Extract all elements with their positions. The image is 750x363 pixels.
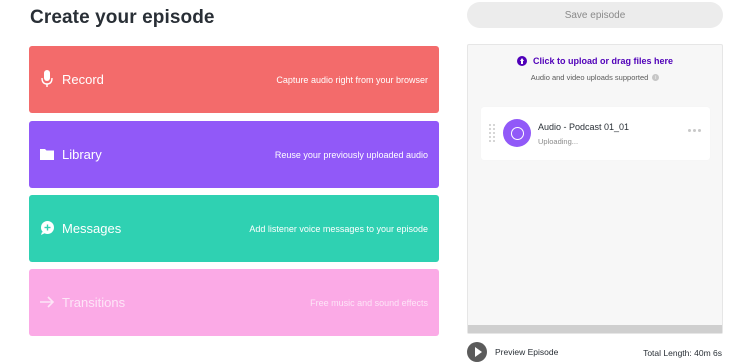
messages-description: Add listener voice messages to your epis… bbox=[249, 224, 428, 234]
message-plus-icon bbox=[39, 219, 55, 237]
total-length: Total Length: 40m 6s bbox=[643, 348, 722, 358]
library-card[interactable]: Library Reuse your previously uploaded a… bbox=[29, 121, 439, 188]
transitions-label: Transitions bbox=[62, 295, 126, 310]
arrow-right-icon bbox=[39, 293, 55, 311]
upload-dropzone[interactable]: Click to upload or drag files here bbox=[468, 56, 722, 66]
panel-scrollbar[interactable] bbox=[468, 325, 722, 333]
loading-spinner-icon bbox=[510, 126, 524, 140]
transitions-description: Free music and sound effects bbox=[310, 298, 428, 308]
record-description: Capture audio right from your browser bbox=[276, 75, 428, 85]
preview-label: Preview Episode bbox=[495, 347, 559, 357]
microphone-icon bbox=[39, 70, 55, 88]
episode-panel: Click to upload or drag files here Audio… bbox=[467, 44, 723, 334]
segment-avatar bbox=[503, 119, 531, 147]
save-episode-button[interactable]: Save episode bbox=[467, 2, 723, 28]
play-icon[interactable] bbox=[467, 342, 487, 362]
messages-label: Messages bbox=[62, 221, 122, 236]
folder-icon bbox=[39, 145, 55, 163]
transitions-card[interactable]: Transitions Free music and sound effects bbox=[29, 269, 439, 336]
preview-episode-button[interactable]: Preview Episode bbox=[467, 342, 558, 362]
library-description: Reuse your previously uploaded audio bbox=[274, 150, 428, 160]
library-label: Library bbox=[62, 147, 102, 162]
upload-icon bbox=[516, 56, 527, 66]
info-icon[interactable]: i bbox=[652, 74, 660, 81]
record-card[interactable]: Record Capture audio right from your bro… bbox=[29, 46, 439, 113]
upload-cta[interactable]: Click to upload or drag files here bbox=[533, 56, 673, 66]
drag-handle-icon[interactable] bbox=[489, 124, 495, 142]
messages-card[interactable]: Messages Add listener voice messages to … bbox=[29, 195, 439, 262]
more-options-icon[interactable] bbox=[688, 129, 702, 133]
page-title: Create your episode bbox=[30, 7, 215, 28]
record-label: Record bbox=[62, 72, 104, 87]
upload-support-note: Audio and video uploads supported i bbox=[468, 73, 722, 82]
upload-support-text: Audio and video uploads supported bbox=[530, 73, 649, 82]
segment-status: Uploading... bbox=[538, 137, 579, 146]
segment-title: Audio - Podcast 01_01 bbox=[538, 122, 630, 132]
episode-segment-item[interactable]: Audio - Podcast 01_01 Uploading... bbox=[481, 107, 710, 160]
